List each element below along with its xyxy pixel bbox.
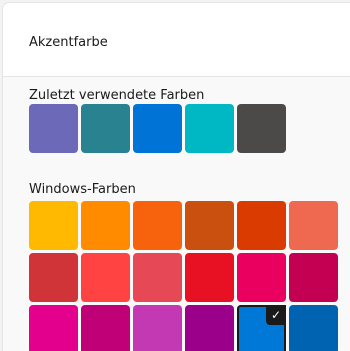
- accent-color-title: Akzentfarbe: [29, 35, 108, 50]
- checkmark-icon: ✓: [266, 305, 286, 325]
- windows-color-swatch[interactable]: [29, 253, 78, 302]
- recent-color-swatch[interactable]: [81, 104, 130, 153]
- accent-color-header[interactable]: Akzentfarbe: [3, 3, 350, 77]
- windows-color-swatch[interactable]: [289, 253, 338, 302]
- windows-color-swatch[interactable]: [29, 201, 78, 250]
- accent-color-body: Zuletzt verwendete Farben Windows-Farben…: [3, 77, 350, 351]
- windows-colors-grid: ✓: [29, 201, 338, 351]
- windows-colors-label: Windows-Farben: [29, 182, 136, 197]
- windows-color-swatch[interactable]: [185, 253, 234, 302]
- recent-colors-grid: [29, 104, 338, 153]
- windows-color-swatch[interactable]: [185, 305, 234, 351]
- recent-color-swatch[interactable]: [133, 104, 182, 153]
- windows-color-swatch[interactable]: [133, 253, 182, 302]
- windows-color-swatch[interactable]: [81, 305, 130, 351]
- windows-color-swatch[interactable]: [133, 305, 182, 351]
- accent-color-panel: Akzentfarbe Zuletzt verwendete Farben Wi…: [2, 2, 350, 351]
- windows-color-swatch[interactable]: [289, 201, 338, 250]
- windows-color-swatch[interactable]: [237, 253, 286, 302]
- recent-color-swatch[interactable]: [185, 104, 234, 153]
- windows-color-swatch[interactable]: [81, 201, 130, 250]
- windows-color-swatch[interactable]: [185, 201, 234, 250]
- recent-color-swatch[interactable]: [237, 104, 286, 153]
- recent-colors-label: Zuletzt verwendete Farben: [29, 88, 205, 103]
- windows-color-swatch[interactable]: [81, 253, 130, 302]
- windows-color-swatch-selected[interactable]: ✓: [237, 305, 286, 351]
- recent-color-swatch[interactable]: [29, 104, 78, 153]
- windows-color-swatch[interactable]: [133, 201, 182, 250]
- windows-color-swatch[interactable]: [29, 305, 78, 351]
- windows-color-swatch[interactable]: [289, 305, 338, 351]
- windows-color-swatch[interactable]: [237, 201, 286, 250]
